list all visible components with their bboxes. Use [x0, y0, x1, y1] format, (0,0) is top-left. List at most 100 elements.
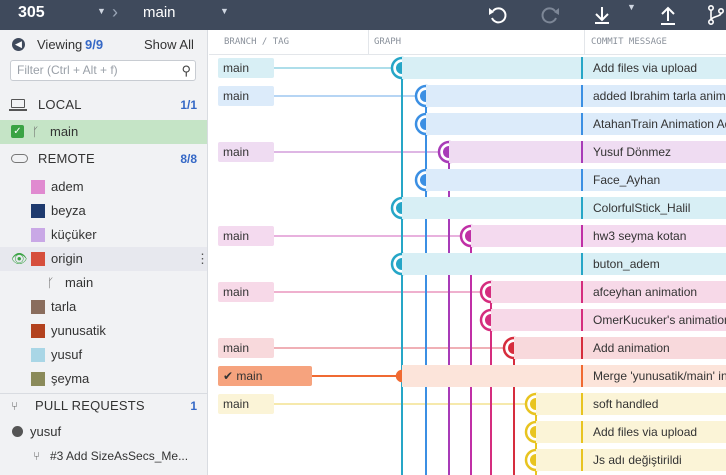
laptop-base-icon: [9, 109, 27, 111]
viewing-count: 9/9: [85, 37, 104, 52]
remote-label-adem: adem: [51, 179, 84, 194]
commit-message[interactable]: Add files via upload: [581, 421, 726, 443]
pull-request-icon: ⑂: [33, 449, 41, 463]
branch-label[interactable]: main: [218, 394, 274, 414]
branch-tag-header[interactable]: BRANCH / TAG: [224, 30, 289, 54]
pull-requests-count: 1: [190, 399, 197, 413]
push-icon[interactable]: [656, 3, 680, 27]
local-label: LOCAL: [38, 97, 82, 112]
commit-message[interactable]: Add animation: [581, 337, 726, 359]
commit-message[interactable]: OmerKucuker's animation: [581, 309, 726, 331]
filter-input[interactable]: Filter (Ctrl + Alt + f) ⚲: [10, 60, 196, 81]
undo-icon[interactable]: [486, 3, 510, 27]
branch-dropdown-icon[interactable]: ▼: [220, 6, 229, 16]
remote-label-yusuf: yusuf: [51, 347, 83, 362]
sidebar-item-adem[interactable]: adem: [0, 175, 207, 199]
commit-message[interactable]: added Ibrahim tarla animation: [581, 85, 726, 107]
commit-graph-panel: BRANCH / TAG GRAPH COMMIT MESSAGE Add fi…: [209, 30, 726, 475]
sidebar-item-tarla[interactable]: tarla: [0, 295, 207, 319]
pull-requests-owner-label: yusuf: [30, 424, 62, 439]
branch-icon: ᚴ: [47, 276, 55, 290]
redo-icon[interactable]: [538, 3, 562, 27]
remote-label-beyza: beyza: [51, 203, 86, 218]
pull-request-icon: ⑂: [11, 399, 19, 413]
graph-header-label[interactable]: GRAPH: [374, 30, 401, 54]
commit-message[interactable]: ColorfulStick_Halil: [581, 197, 726, 219]
origin-avatar: [31, 252, 45, 266]
branch-label[interactable]: main: [218, 86, 274, 106]
branch-name[interactable]: main: [143, 4, 176, 21]
commit-message[interactable]: Js adı değiştirildi: [581, 449, 726, 471]
branch-label[interactable]: main: [218, 282, 274, 302]
remote-label-kucuker: küçüker: [51, 227, 97, 242]
more-options-icon[interactable]: ⋮: [196, 247, 209, 271]
pull-dropdown-icon[interactable]: ▼: [627, 2, 636, 12]
remote-label-tarla: tarla: [51, 299, 77, 314]
adem-avatar: [31, 180, 45, 194]
sidebar-item-seyma[interactable]: şeyma: [0, 367, 207, 391]
pull-request-item[interactable]: ⑂ #3 Add SizeAsSecs_Me...: [0, 444, 207, 468]
commit-message-header[interactable]: COMMIT MESSAGE: [591, 30, 667, 54]
branch-label[interactable]: main: [218, 226, 274, 246]
graph-body: Add files via upload main added Ibrahim ta…: [209, 54, 726, 475]
remote-label-origin: origin: [51, 251, 83, 266]
search-icon: ⚲: [181, 63, 191, 78]
commit-message[interactable]: Yusuf Dönmez: [581, 141, 726, 163]
kucuker-avatar: [31, 228, 45, 242]
commit-message[interactable]: buton_adem: [581, 253, 726, 275]
branch-label[interactable]: ✔ main: [218, 366, 312, 386]
checkbox-icon[interactable]: ✓: [11, 125, 24, 138]
remote-label-seyma: şeyma: [51, 371, 90, 386]
remote-label-origin-main: main: [65, 275, 94, 290]
cloud-icon: [11, 154, 28, 163]
pull-icon[interactable]: [590, 3, 614, 27]
commit-message[interactable]: hw3 seyma kotan: [581, 225, 726, 247]
commit-message[interactable]: soft handled: [581, 393, 726, 415]
local-count: 1/1: [180, 98, 197, 112]
pull-requests-section-header[interactable]: ⑂ PULL REQUESTS 1: [0, 393, 207, 418]
local-branch-label: main: [50, 124, 79, 139]
sidebar-item-origin[interactable]: 👁 origin ⋮: [0, 247, 209, 271]
repo-dropdown-icon[interactable]: ▼: [97, 6, 106, 16]
tarla-avatar: [31, 300, 45, 314]
seyma-avatar: [31, 372, 45, 386]
commit-message[interactable]: Merge 'yunusatik/main' into main: [581, 365, 726, 387]
remote-label: REMOTE: [38, 151, 95, 166]
commit-message[interactable]: Add files via upload: [581, 57, 726, 79]
branch-label[interactable]: main: [218, 142, 274, 162]
branch-icon: ᚴ: [32, 125, 40, 139]
local-section-header[interactable]: LOCAL 1/1: [0, 93, 207, 117]
yusuf-avatar: [31, 348, 45, 362]
viewing-row: ◀ Viewing 9/9 Show All: [0, 33, 207, 57]
repo-name[interactable]: 305: [18, 4, 45, 22]
column-divider[interactable]: [584, 30, 585, 54]
sidebar-item-origin-main[interactable]: ᚴ main: [0, 271, 207, 295]
sidebar-item-beyza[interactable]: beyza: [0, 199, 207, 223]
column-divider[interactable]: [368, 30, 369, 54]
back-icon[interactable]: ◀: [12, 38, 25, 51]
remote-label-yunusatik: yunusatik: [51, 323, 106, 338]
sidebar: ◀ Viewing 9/9 Show All Filter (Ctrl + Al…: [0, 30, 209, 475]
yunusatik-avatar: [31, 324, 45, 338]
commit-message[interactable]: afceyhan animation: [581, 281, 726, 303]
laptop-icon: [11, 99, 25, 108]
eye-icon[interactable]: 👁: [11, 247, 28, 271]
branch-label[interactable]: main: [218, 58, 274, 78]
sidebar-item-yusuf[interactable]: yusuf: [0, 343, 207, 367]
show-all-button[interactable]: Show All: [144, 33, 194, 57]
sidebar-item-kucuker[interactable]: küçüker: [0, 223, 207, 247]
branch-label[interactable]: main: [218, 338, 274, 358]
remote-section-header[interactable]: REMOTE 8/8: [0, 147, 207, 171]
sidebar-item-local-main[interactable]: ✓ ᚴ main: [0, 120, 207, 144]
remote-count: 8/8: [180, 152, 197, 166]
branch-icon[interactable]: [704, 3, 726, 27]
chevron-right-icon: ›: [112, 2, 118, 22]
filter-placeholder: Filter (Ctrl + Alt + f): [17, 63, 118, 77]
pull-requests-label: PULL REQUESTS: [35, 398, 145, 413]
beyza-avatar: [31, 204, 45, 218]
graph-header: BRANCH / TAG GRAPH COMMIT MESSAGE: [209, 30, 726, 55]
commit-message[interactable]: Face_Ayhan: [581, 169, 726, 191]
pull-requests-owner[interactable]: yusuf: [0, 420, 207, 444]
commit-message[interactable]: AtahanTrain Animation Add: [581, 113, 726, 135]
sidebar-item-yunusatik[interactable]: yunusatik: [0, 319, 207, 343]
